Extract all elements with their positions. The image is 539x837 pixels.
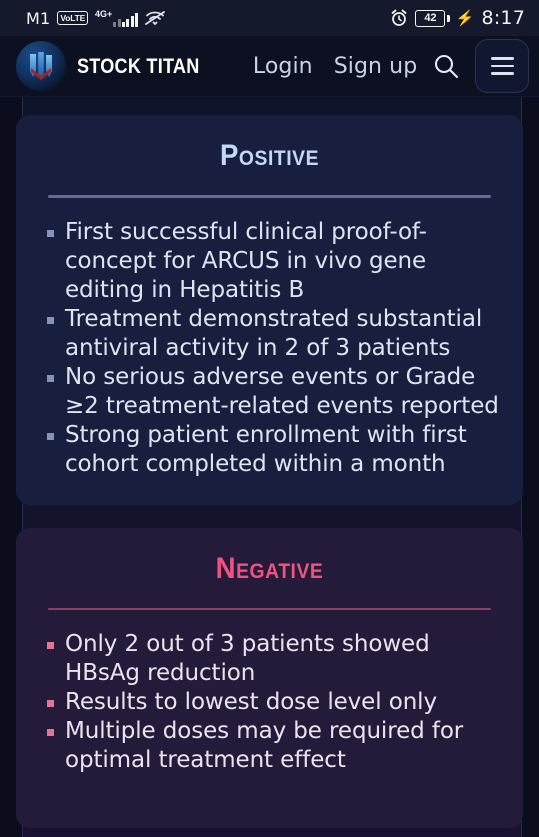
search-icon[interactable] <box>427 47 465 85</box>
negative-card: Negative Only 2 out of 3 patients showed… <box>16 527 523 828</box>
positive-card-title: Positive <box>219 139 320 172</box>
alarm-icon <box>390 9 408 27</box>
phone-screen: M1 VoLTE 4G+ 42 ⚡ 8:17 STOCK TITAN Login… <box>0 0 539 837</box>
site-header: STOCK TITAN Login Sign up <box>0 36 539 97</box>
hamburger-menu-icon[interactable] <box>475 39 529 93</box>
network-type-label: 4G+ <box>95 9 113 19</box>
stock-titan-logo-icon <box>16 41 66 91</box>
brand-name: STOCK TITAN <box>77 53 200 78</box>
clock-label: 8:17 <box>481 7 525 29</box>
negative-bullet-list: Only 2 out of 3 patients showed HBsAg re… <box>38 630 501 775</box>
negative-card-title: Negative <box>215 551 324 585</box>
carrier-label: M1 <box>26 8 51 28</box>
signal-strength-icon: 4G+ <box>95 9 139 27</box>
positive-card: Positive First successful clinical proof… <box>16 115 523 505</box>
wifi-off-icon <box>145 10 166 26</box>
list-item: No serious adverse events or Grade ≥2 tr… <box>38 363 501 421</box>
login-link[interactable]: Login <box>253 54 313 79</box>
brand-link[interactable]: STOCK TITAN <box>16 41 223 91</box>
status-bar: M1 VoLTE 4G+ 42 ⚡ 8:17 <box>0 0 539 36</box>
list-item: Only 2 out of 3 patients showed HBsAg re… <box>38 630 501 688</box>
sentiment-cards: Positive First successful clinical proof… <box>0 97 539 837</box>
charging-bolt-icon: ⚡ <box>455 9 475 27</box>
signal-bars-icon <box>121 13 139 27</box>
positive-bullet-list: First successful clinical proof-of-conce… <box>38 218 501 479</box>
header-nav: Login Sign up <box>253 54 417 79</box>
battery-level: 42 <box>415 9 446 27</box>
page-body: Positive First successful clinical proof… <box>0 97 539 837</box>
list-item: Treatment demonstrated substantial antiv… <box>38 305 501 363</box>
battery-indicator: 42 <box>415 9 450 27</box>
signup-link[interactable]: Sign up <box>334 54 418 79</box>
battery-cap <box>446 14 450 22</box>
status-bar-left: M1 VoLTE 4G+ <box>26 8 166 28</box>
status-bar-right: 42 ⚡ 8:17 <box>390 7 525 29</box>
signal-bars-small-icon <box>113 13 121 27</box>
negative-card-divider <box>48 607 491 610</box>
header-actions <box>427 39 529 93</box>
volte-badge: VoLTE <box>57 11 89 25</box>
list-item: First successful clinical proof-of-conce… <box>38 218 501 305</box>
list-item: Results to lowest dose level only <box>38 688 501 717</box>
list-item: Strong patient enrollment with first coh… <box>38 421 501 479</box>
list-item: Multiple doses may be required for optim… <box>38 717 501 775</box>
positive-card-divider <box>48 195 491 198</box>
